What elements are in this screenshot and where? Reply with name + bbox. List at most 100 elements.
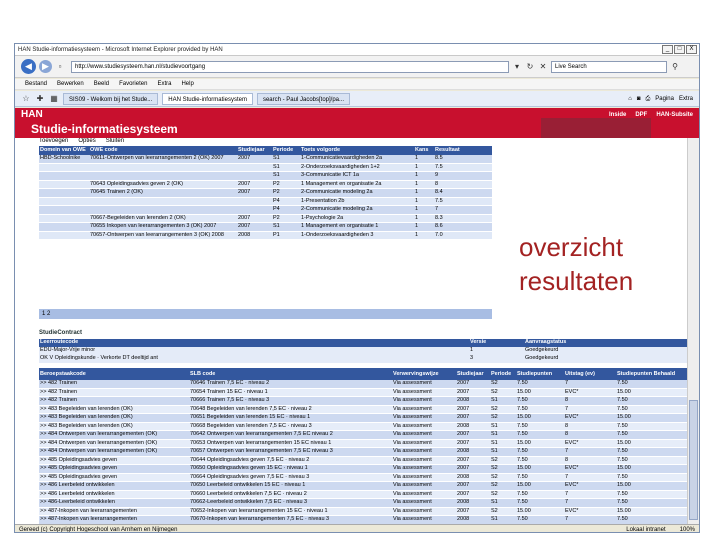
table-row[interactable]: 70643 Opleidingsadvies geven 2 (OK) 2007 P… xyxy=(39,180,492,189)
table-row[interactable]: >> 482 Trainen 70646 Trainen 7,5 EC · niv… xyxy=(39,380,688,389)
col-studiepunten-behaald[interactable]: Studiepunten Behaald xyxy=(616,368,688,380)
search-icon[interactable]: ⚲ xyxy=(670,62,680,72)
table-cell: S1 xyxy=(272,171,300,181)
tab-han-studie[interactable]: HAN Studie-informatiesystem xyxy=(162,92,253,105)
page-menu[interactable]: Pagina xyxy=(655,93,674,105)
table-cell: 7.50 xyxy=(516,405,564,414)
table-row[interactable]: P4 1-Presentation 2b 1 7.5 xyxy=(39,197,492,206)
close-button[interactable]: X xyxy=(686,45,697,54)
col-beroepstaakcode[interactable]: Beroepstaakcode xyxy=(39,368,189,380)
table-row[interactable]: HBD-Schoolnike 70611-Ontwerpen van leerar… xyxy=(39,155,492,164)
link-han-subsite[interactable]: HAN-Subsite xyxy=(656,112,693,118)
favorites-star-icon[interactable]: ☆ xyxy=(21,94,31,104)
scrollbar-thumb[interactable] xyxy=(689,400,698,520)
col-versie[interactable]: Versie xyxy=(469,339,524,347)
zoom-level[interactable]: 100% xyxy=(680,525,695,532)
table-row[interactable]: >> 486-Leerbeleid ontwikkelen 70662-Leerb… xyxy=(39,498,688,508)
col-uitstag[interactable]: Uitstag (ev) xyxy=(564,368,616,380)
table-row[interactable]: >> 484 Ontwerpen van leerarrangementen (… xyxy=(39,447,688,457)
maximize-button[interactable]: □ xyxy=(674,45,685,54)
menu-bestand[interactable]: Bestand xyxy=(25,81,47,87)
table-cell: 1 xyxy=(469,347,524,355)
table-row[interactable]: >> 483 Begeleiden van lerenden (OK) 70651… xyxy=(39,413,688,423)
link-inside[interactable]: Inside xyxy=(609,112,626,118)
add-favorites-icon[interactable]: ✚ xyxy=(35,94,45,104)
table-row[interactable]: >> 487-Inkopen van leerarrangementen 7067… xyxy=(39,515,688,524)
dropdown-icon[interactable]: ▾ xyxy=(512,62,522,72)
table-cell: 2008 xyxy=(456,473,490,482)
results-table-wrap: Domein van OWE OWE code Studiejaar Perio… xyxy=(39,146,492,240)
col-kans[interactable]: Kans xyxy=(414,146,434,155)
menu-beeld[interactable]: Beeld xyxy=(94,81,109,87)
col-studiejaar-2[interactable]: Studiejaar xyxy=(456,368,490,380)
table-row[interactable]: >> 482 Trainen 70654 Trainen 15 EC · nive… xyxy=(39,388,688,397)
table-row[interactable]: 70657-Ontwerpen van leerarrangementen 3 … xyxy=(39,231,492,240)
table-cell: 1 xyxy=(414,163,434,172)
col-domein[interactable]: Domein van OWE xyxy=(39,146,89,155)
table-cell: 7.50 xyxy=(516,396,564,406)
status-text: Gereed (c) Copyright Hogeschool van Arnh… xyxy=(19,526,178,533)
tab-search[interactable]: search - Paul Jacobs[top]/pa... xyxy=(256,92,351,105)
col-aanvraagstatus[interactable]: Aanvraagstatus xyxy=(524,339,688,347)
tools-menu[interactable]: Extra xyxy=(679,93,693,105)
menu-favorieten[interactable]: Favorieten xyxy=(119,81,147,87)
refresh-icon[interactable]: ↻ xyxy=(525,62,535,72)
toevoegen-button[interactable]: Toevoegen xyxy=(39,138,68,144)
table-row[interactable]: 70667-Begeleiden van lerenden 2 (OK) 2007… xyxy=(39,214,492,223)
table-cell: 2007 xyxy=(456,507,490,516)
table-row[interactable]: >> 487-Inkopen van leerarrangementen 7065… xyxy=(39,507,688,516)
table-row[interactable]: >> 485 Opleidingsadvies geven 70664 Oplei… xyxy=(39,473,688,482)
tab-list-icon[interactable]: ▦ xyxy=(49,94,59,104)
table-row[interactable]: 70655 Inkopen van leerarrangementen 3 (O… xyxy=(39,222,492,232)
col-periode[interactable]: Periode xyxy=(272,146,300,155)
vertical-scrollbar[interactable] xyxy=(687,138,699,524)
menu-extra[interactable]: Extra xyxy=(157,81,171,87)
table-row[interactable]: S1 2-Onderzoeksvaardigheden 1+2 1 7.5 xyxy=(39,163,492,172)
studiecontract-title: StudieContract xyxy=(39,330,83,336)
col-owe-code[interactable]: OWE code xyxy=(89,146,237,155)
table-cell: Via assessment xyxy=(392,380,456,389)
col-studiejaar[interactable]: Studiejaar xyxy=(237,146,272,155)
table-row[interactable]: OK V Opleidingskunde · Verkorte DT deelt… xyxy=(39,355,688,363)
table-row[interactable]: >> 483 Begeleiden van lerenden (OK) 70668… xyxy=(39,422,688,431)
col-studiepunten[interactable]: Studiepunten xyxy=(516,368,564,380)
table-row[interactable]: >> 486 Leerbeleid ontwikkelen 70650 Leerb… xyxy=(39,481,688,491)
feeds-icon[interactable]: ◙ xyxy=(637,93,641,105)
col-verwervingswijze[interactable]: Verwervingswijze xyxy=(392,368,456,380)
table-row[interactable]: >> 484 Ontwerpen van leerarrangementen (… xyxy=(39,439,688,448)
table-row[interactable]: >> 486 Leerbeleid ontwikkelen 70660 Leerb… xyxy=(39,490,688,499)
opties-button[interactable]: Opties xyxy=(78,138,95,144)
table-cell xyxy=(237,163,272,172)
content-toolbar: Toevoegen Opties Sluiten xyxy=(39,138,124,144)
col-slb-code[interactable]: SLB code xyxy=(189,368,392,380)
table-row[interactable]: >> 484 Ontwerpen van leerarrangementen (… xyxy=(39,430,688,440)
forward-icon[interactable]: ▶ xyxy=(39,60,52,73)
tab-sis09[interactable]: SIS09 - Welkom bij het Stude... xyxy=(63,92,159,105)
table-cell: >> 485 Opleidingsadvies geven xyxy=(39,464,189,474)
col-resultaat[interactable]: Resultaat xyxy=(434,146,492,155)
table-row[interactable]: EDU-Major-Vrije minor 1 Goedgekeurd xyxy=(39,347,688,355)
table-row[interactable]: >> 482 Trainen 70666 Trainen 7,5 EC · niv… xyxy=(39,396,688,406)
results-pager[interactable]: 1 2 xyxy=(39,309,492,319)
col-periode-2[interactable]: Periode xyxy=(490,368,516,380)
stop-icon[interactable]: ✕ xyxy=(538,62,548,72)
link-dpf[interactable]: DPF xyxy=(635,112,647,118)
table-row[interactable]: S1 3-Communicatie ICT 1a 1 9 xyxy=(39,171,492,181)
url-input[interactable]: http://www.studiesysteem.han.nl/studievo… xyxy=(71,60,509,73)
table-row[interactable]: >> 485 Opleidingsadvies geven 70650 Oplei… xyxy=(39,464,688,474)
table-row[interactable]: >> 485 Opleidingsadvies geven 70644 Oplei… xyxy=(39,456,688,465)
col-toets-volgorde[interactable]: Toets volgorde xyxy=(300,146,414,155)
table-row[interactable]: 70645 Trainen 2 (OK) 2007 P2 2-Communicatie… xyxy=(39,188,492,198)
table-row[interactable]: P4 2-Communicatie modeling 2a 1 7 xyxy=(39,205,492,215)
col-leerroutecode[interactable]: Leerroutecode xyxy=(39,339,469,347)
menu-help[interactable]: Help xyxy=(181,81,193,87)
home-icon[interactable]: ⌂ xyxy=(628,93,632,105)
search-input[interactable]: Live Search xyxy=(551,60,667,73)
print-icon[interactable]: ⎙ xyxy=(645,93,650,105)
table-row[interactable]: >> 483 Begeleiden van lerenden (OK) 70648… xyxy=(39,405,688,414)
menu-bewerken[interactable]: Bewerken xyxy=(57,81,84,87)
minimize-button[interactable]: _ xyxy=(662,45,673,54)
back-icon[interactable]: ◀ xyxy=(21,59,36,74)
sluiten-button[interactable]: Sluiten xyxy=(106,138,124,144)
table-cell: 70655 Inkopen van leerarrangementen 3 (O… xyxy=(89,222,237,232)
